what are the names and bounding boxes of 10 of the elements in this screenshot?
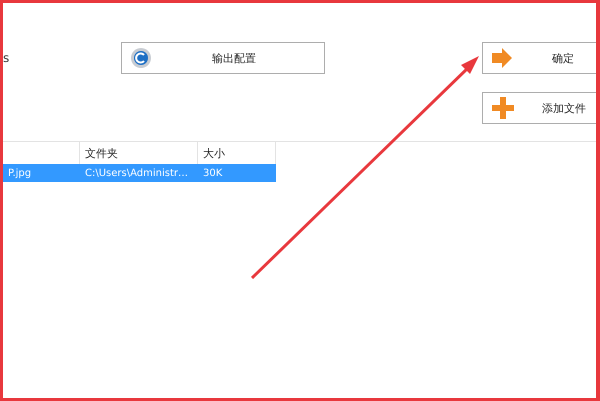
confirm-button[interactable]: 确定 (482, 42, 596, 74)
arrow-icon (491, 48, 513, 68)
add-file-button[interactable]: 添加文件 (482, 92, 596, 124)
table-cell-text: P.jpg (7, 166, 32, 180)
table-cell-text: C:\Users\Administr… (84, 166, 189, 180)
plus-icon (491, 96, 515, 120)
output-config-button[interactable]: 输出配置 (121, 42, 325, 74)
gear-icon (130, 47, 152, 69)
table-cell-text: 30K (202, 166, 224, 180)
label-text: s (3, 51, 10, 65)
